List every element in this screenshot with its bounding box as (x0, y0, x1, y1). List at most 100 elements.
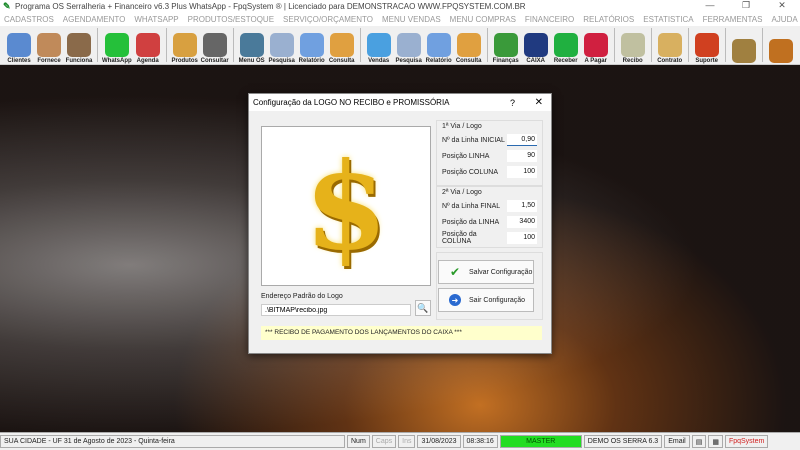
via1-field-row: Posição LINHA 90 (437, 148, 542, 164)
toolbar-button-produtos[interactable]: Produtos (170, 26, 200, 64)
save-config-button[interactable]: ✔ Salvar Configuração (438, 260, 534, 284)
status-caps: Caps (371, 435, 397, 448)
via2-title: 2ª Via / Logo (442, 189, 482, 196)
menu-item-9[interactable]: ESTATISTICA (643, 15, 693, 24)
via2-field-row: Posição da LINHA 3400 (437, 214, 542, 230)
toolbar-label: Suporte (695, 58, 719, 64)
title-bar: ✎ Programa OS Serralheria + Financeiro v… (0, 0, 800, 13)
dialog-close-button[interactable]: ✕ (535, 97, 543, 108)
toolbar-button-contrato[interactable]: Contrato (655, 26, 685, 64)
toolbar-button-relat-rio[interactable]: Relatório (297, 26, 327, 64)
status-bar: SUA CIDADE - UF 31 de Agosto de 2023 - Q… (0, 432, 800, 450)
toolbar-label: Relatório (298, 58, 325, 64)
toolbar-separator (613, 28, 615, 62)
via2-field-row: Posição da COLUNA 100 (437, 230, 542, 246)
toolbar-button-finan-as[interactable]: Finanças (491, 26, 521, 64)
menu-item-10[interactable]: FERRAMENTAS (703, 15, 763, 24)
maximize-button[interactable]: ❐ (728, 0, 764, 11)
status-brand: FpqSystem (724, 435, 769, 448)
toolbar-button-consulta[interactable]: Consulta (454, 26, 484, 64)
status-time: 08:38:16 (462, 435, 498, 448)
field-label: Nº da Linha FINAL (442, 202, 501, 210)
menu-item-1[interactable]: AGENDAMENTO (63, 15, 126, 24)
a-pagar-icon (583, 33, 608, 57)
toolbar-button-vendas[interactable]: Vendas (364, 26, 394, 64)
relat-rio-icon (426, 33, 451, 57)
toolbar-label: Clientes (7, 58, 31, 64)
toolbar-button-funciona[interactable]: Funciona (64, 26, 94, 64)
save-label: Salvar Configuração (469, 268, 533, 276)
toolbar-button-consultar[interactable]: Consultar (200, 26, 230, 64)
toolbar-button-menu-os[interactable]: Menu OS (237, 26, 267, 64)
toolbar: Clientes Fornece Funciona WhatsApp Agenda Pro… (0, 26, 800, 65)
browse-search-button[interactable]: 🔍 (415, 300, 431, 316)
toolbar-button-consulta[interactable]: Consulta (327, 26, 357, 64)
toolbar-button-a-pagar[interactable]: A Pagar (581, 26, 611, 64)
toolbar-label: Recibo (622, 58, 643, 64)
toolbar-button-agenda[interactable]: Agenda (133, 26, 163, 64)
via1-title: 1ª Via / Logo (442, 123, 482, 130)
logo-config-dialog: Configuração da LOGO NO RECIBO e PROMISS… (248, 93, 552, 354)
check-icon: ✔ (449, 265, 461, 279)
vendas-icon (366, 33, 391, 57)
minimize-button[interactable]: — (692, 0, 728, 11)
menu-item-8[interactable]: RELATÓRIOS (583, 15, 634, 24)
toolbar-label: Vendas (368, 58, 390, 64)
toolbar-separator (165, 28, 167, 62)
via1-line-position-input[interactable]: 90 (507, 150, 537, 162)
toolbar-button-clientes[interactable]: Clientes (4, 26, 34, 64)
toolbar-label: Finanças (492, 58, 519, 64)
finan-as-icon (493, 33, 518, 57)
toolbar-button-recibo[interactable]: Recibo (618, 26, 648, 64)
funciona-icon (67, 33, 91, 57)
toolbar-button-fornece[interactable]: Fornece (34, 26, 64, 64)
toolbar-button-pesquisa[interactable]: Pesquisa (394, 26, 424, 64)
menu-item-0[interactable]: CADASTROS (4, 15, 54, 24)
toolbar-button-pesquisa[interactable]: Pesquisa (267, 26, 297, 64)
toolbar-label: Fornece (37, 58, 61, 64)
toolbar-button-whatsapp[interactable]: WhatsApp (101, 26, 133, 64)
status-user: MASTER (499, 435, 582, 448)
suporte-icon (694, 33, 719, 57)
menu-os-icon (239, 33, 264, 57)
field-label: Nº da Linha INICIAL (442, 136, 505, 144)
field-label: Posição da LINHA (442, 218, 500, 226)
help-button[interactable]: ? (510, 98, 515, 108)
consulta-icon (456, 33, 481, 57)
printer-icon[interactable]: ▤ (691, 435, 707, 448)
status-email[interactable]: Email (664, 435, 690, 448)
consultar-icon (202, 33, 227, 57)
menu-item-11[interactable]: AJUDA (771, 15, 797, 24)
whatsapp-icon (104, 33, 129, 57)
toolbar-button-suporte[interactable]: Suporte (692, 26, 722, 64)
status-company: DEMO OS SERRA 6.3 (583, 435, 663, 448)
menu-item-4[interactable]: SERVIÇO/ORÇAMENTO (283, 15, 373, 24)
toolbar-label: Agenda (136, 58, 159, 64)
close-button[interactable]: ✕ (764, 0, 800, 11)
app-logo-icon: ✎ (3, 1, 11, 11)
via1-column-position-input[interactable]: 100 (507, 166, 537, 178)
toolbar-label: CAIXA (526, 58, 546, 64)
toolbar-button-item23[interactable] (766, 26, 796, 64)
exit-config-button[interactable]: ➜ Sair Configuração (438, 288, 534, 312)
menu-item-3[interactable]: PRODUTOS/ESTOQUE (188, 15, 274, 24)
field-label: Posição COLUNA (442, 168, 499, 176)
calculator-icon[interactable]: ▦ (708, 435, 723, 448)
toolbar-label: Consultar (200, 58, 229, 64)
toolbar-button-receber[interactable]: Receber (551, 26, 581, 64)
toolbar-button-caixa[interactable]: CAIXA (521, 26, 551, 64)
toolbar-button-relat-rio[interactable]: Relatório (424, 26, 454, 64)
via2-final-line-input[interactable]: 1,50 (507, 200, 537, 212)
tool-icon (768, 39, 793, 63)
menu-item-6[interactable]: MENU COMPRAS (450, 15, 516, 24)
toolbar-label: Contrato (657, 58, 683, 64)
menu-item-7[interactable]: FINANCEIRO (525, 15, 574, 24)
toolbar-button-item22[interactable] (729, 26, 759, 64)
via1-initial-line-input[interactable]: 0,90 (507, 134, 537, 146)
via2-line-position-input[interactable]: 3400 (507, 216, 537, 228)
via2-column-position-input[interactable]: 100 (507, 232, 537, 244)
menu-item-5[interactable]: MENU VENDAS (382, 15, 441, 24)
menu-item-2[interactable]: WHATSAPP (134, 15, 178, 24)
dollar-logo-icon: $ (304, 135, 388, 277)
logo-path-input[interactable] (261, 304, 411, 316)
